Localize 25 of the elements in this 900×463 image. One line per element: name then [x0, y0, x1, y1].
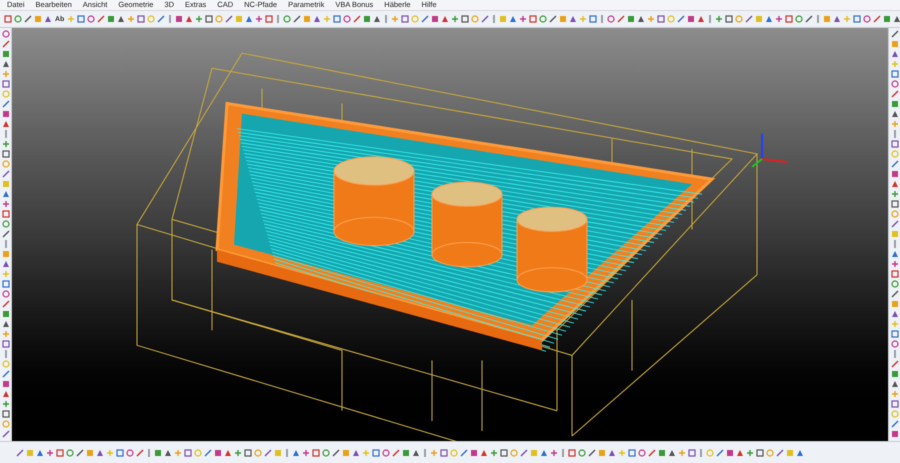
- tool-icon[interactable]: [746, 448, 754, 456]
- tool-icon[interactable]: [688, 448, 696, 456]
- tool-icon[interactable]: [715, 15, 724, 23]
- tool-icon[interactable]: [2, 200, 10, 208]
- tool-icon[interactable]: [451, 15, 460, 23]
- tool-icon[interactable]: [234, 448, 242, 456]
- tool-icon[interactable]: [46, 448, 54, 456]
- tool-icon[interactable]: [890, 260, 898, 268]
- tool-icon[interactable]: [2, 400, 10, 408]
- tool-icon[interactable]: [302, 448, 310, 456]
- tool-icon[interactable]: [890, 190, 898, 198]
- tool-icon[interactable]: [490, 448, 498, 456]
- tool-icon[interactable]: [265, 15, 274, 23]
- tool-icon[interactable]: [589, 15, 598, 23]
- axis-triad-icon: [751, 134, 788, 168]
- tool-icon[interactable]: [2, 140, 10, 148]
- tool-icon[interactable]: [2, 340, 10, 348]
- tool-icon[interactable]: [255, 15, 264, 23]
- tool-icon[interactable]: [195, 15, 204, 23]
- tool-icon[interactable]: [292, 448, 300, 456]
- tool-icon[interactable]: [890, 250, 898, 258]
- tool-icon[interactable]: [519, 15, 528, 23]
- tool-icon[interactable]: [550, 448, 558, 456]
- 3d-viewport[interactable]: [12, 28, 888, 441]
- tool-icon[interactable]: [775, 15, 784, 23]
